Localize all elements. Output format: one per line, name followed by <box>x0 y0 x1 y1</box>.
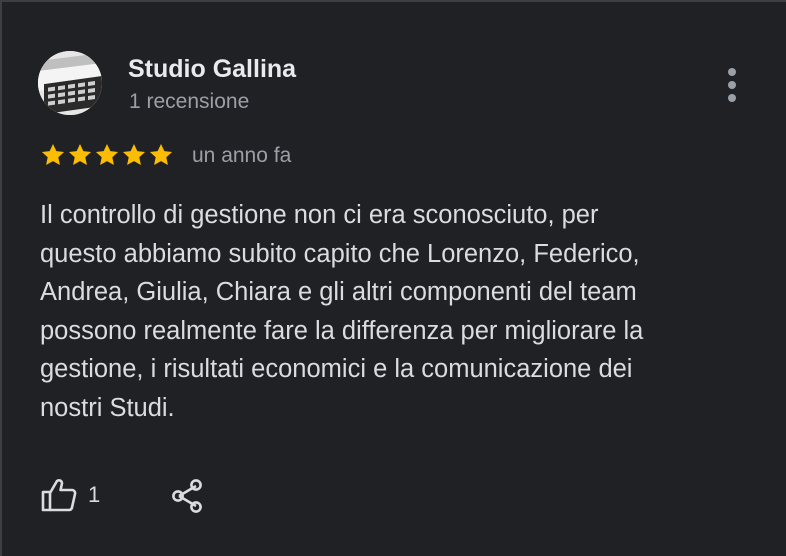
share-icon <box>172 479 202 513</box>
reviewer-name[interactable]: Studio Gallina <box>128 55 296 84</box>
avatar[interactable] <box>38 51 102 115</box>
review-card: Studio Gallina 1 recensione un anno fa I… <box>0 0 786 556</box>
like-count: 1 <box>88 482 101 507</box>
review-text-line: gestione, i risultati economici e la com… <box>40 355 633 384</box>
review-text-line: Andrea, Giulia, Chiara e gli altri compo… <box>40 278 637 307</box>
star-icon <box>41 143 65 165</box>
more-vert-icon-dot <box>728 94 736 102</box>
review-text-line: nostri Studi. <box>40 393 175 422</box>
share-button[interactable] <box>170 477 206 515</box>
thumb-up-icon <box>41 479 77 512</box>
review-text: Il controllo di gestione non ci era scon… <box>40 196 740 428</box>
star-icon <box>95 143 119 165</box>
review-date: un anno fa <box>192 144 292 167</box>
star-rating <box>40 142 174 168</box>
more-vert-icon-dot <box>728 81 736 89</box>
more-options-button[interactable] <box>718 64 746 106</box>
review-count: 1 recensione <box>129 90 250 113</box>
calculator-avatar-image <box>38 51 102 115</box>
review-text-line: questo abbiamo subito capito che Lorenzo… <box>40 239 640 268</box>
star-icon <box>122 143 146 165</box>
star-icon <box>149 143 173 165</box>
more-vert-icon <box>728 68 736 76</box>
review-text-line: possono realmente fare la differenza per… <box>40 316 644 345</box>
like-button[interactable]: 1 <box>40 476 100 514</box>
star-icon <box>68 143 92 165</box>
review-text-line: Il controllo di gestione non ci era scon… <box>40 201 599 229</box>
